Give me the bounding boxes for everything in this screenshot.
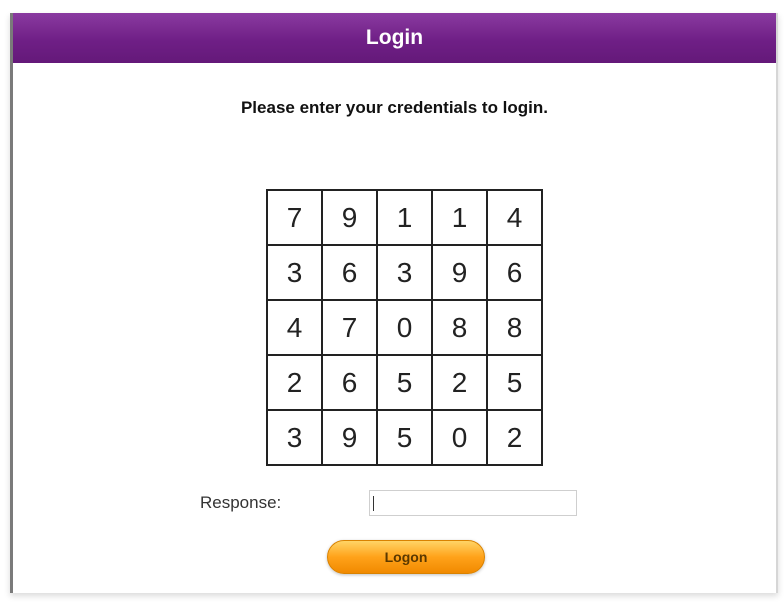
- grid-cell: 6: [321, 244, 378, 301]
- grid-cell: 3: [266, 244, 323, 301]
- grid-cell: 5: [376, 354, 433, 411]
- logon-button[interactable]: Logon: [327, 540, 485, 574]
- grid-cell: 3: [266, 409, 323, 466]
- text-cursor: [373, 496, 374, 511]
- grid-cell: 6: [486, 244, 543, 301]
- grid-cell: 1: [376, 189, 433, 246]
- login-header: Login: [13, 13, 776, 63]
- response-label: Response:: [200, 493, 282, 512]
- grid-cell: 5: [376, 409, 433, 466]
- grid-cell: 9: [431, 244, 488, 301]
- grid-cell: 0: [376, 299, 433, 356]
- grid-row: 2 6 5 2 5: [266, 354, 543, 411]
- grid-cell: 8: [486, 299, 543, 356]
- grid-cell: 0: [431, 409, 488, 466]
- grid-cell: 2: [431, 354, 488, 411]
- grid-row: 3 9 5 0 2: [266, 409, 543, 466]
- grid-cell: 9: [321, 409, 378, 466]
- login-panel: Login Please enter your credentials to l…: [10, 13, 778, 593]
- grid-cell: 7: [266, 189, 323, 246]
- grid-cell: 2: [266, 354, 323, 411]
- login-instruction: Please enter your credentials to login.: [240, 98, 549, 117]
- challenge-grid: 7 9 1 1 4 3 6 3 9 6 4 7 0 8 8 2 6 5 2 5 …: [266, 189, 543, 466]
- grid-cell: 4: [266, 299, 323, 356]
- response-input[interactable]: [369, 490, 577, 516]
- grid-cell: 9: [321, 189, 378, 246]
- grid-cell: 5: [486, 354, 543, 411]
- grid-cell: 7: [321, 299, 378, 356]
- grid-cell: 3: [376, 244, 433, 301]
- grid-cell: 8: [431, 299, 488, 356]
- grid-row: 7 9 1 1 4: [266, 189, 543, 246]
- login-title: Login: [365, 26, 424, 49]
- grid-cell: 4: [486, 189, 543, 246]
- grid-cell: 2: [486, 409, 543, 466]
- grid-row: 3 6 3 9 6: [266, 244, 543, 301]
- grid-cell: 1: [431, 189, 488, 246]
- grid-row: 4 7 0 8 8: [266, 299, 543, 356]
- grid-cell: 6: [321, 354, 378, 411]
